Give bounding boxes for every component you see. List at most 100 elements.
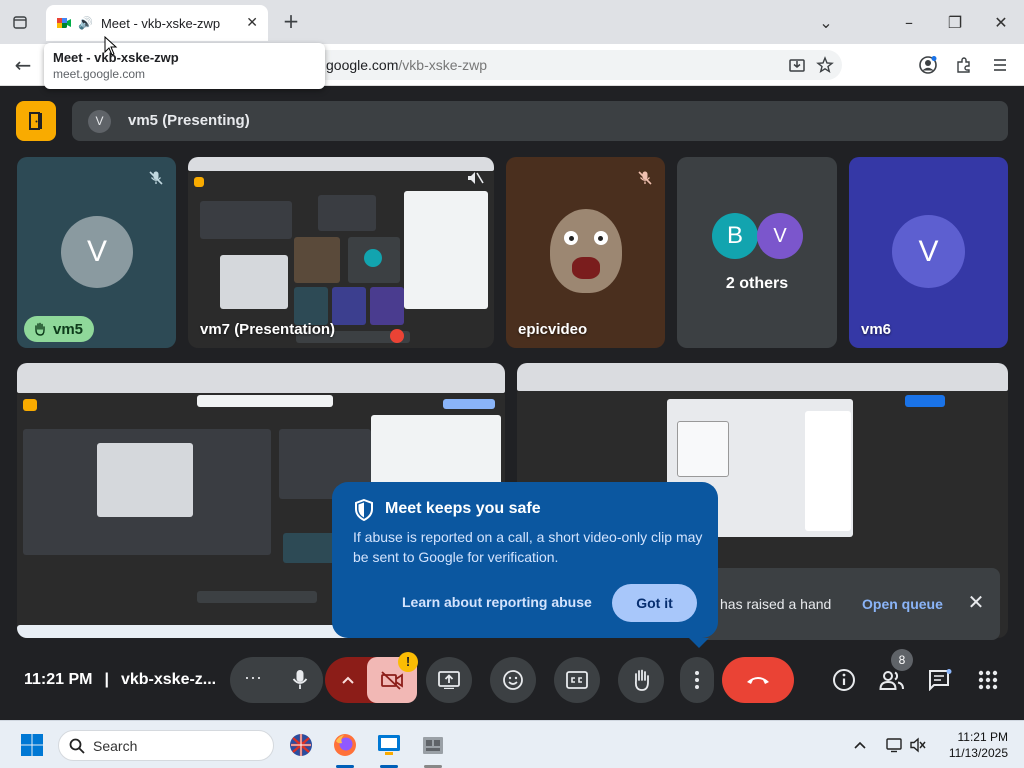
dialog-title: Meet keeps you safe	[385, 500, 541, 517]
search-placeholder: Search	[93, 738, 138, 754]
exit-presentation-button[interactable]	[16, 101, 56, 141]
present-screen-button[interactable]	[426, 657, 472, 703]
extensions-icon[interactable]	[953, 54, 975, 76]
raise-hand-button[interactable]	[618, 657, 664, 703]
emoji-icon	[503, 670, 523, 690]
show-hidden-icons-chevron-icon[interactable]	[848, 731, 872, 759]
shared-screen-chrome	[17, 363, 505, 393]
participant-name: epicvideo	[518, 321, 588, 338]
apps-grid-icon	[978, 670, 998, 690]
reactions-button[interactable]	[490, 657, 536, 703]
presenting-label: vm5 (Presenting)	[128, 112, 250, 129]
meet-controls-bar: 11:21 PM | vkb-xske-z... ··· ! 8	[0, 640, 1024, 720]
captions-button[interactable]	[554, 657, 600, 703]
participant-name: vm5	[53, 320, 84, 338]
close-tab-icon[interactable]: ✕	[246, 15, 258, 31]
meeting-code: vkb-xske-z...	[120, 671, 217, 688]
raised-hand-icon	[35, 322, 45, 336]
people-icon	[879, 671, 904, 690]
audio-options-icon[interactable]: ···	[240, 667, 266, 693]
presentation-muted-icon	[464, 167, 486, 189]
taskbar-search-input[interactable]: Search	[58, 730, 274, 761]
profile-icon[interactable]	[917, 54, 939, 76]
presenting-banner: V vm5 (Presenting)	[72, 101, 1008, 141]
meet-favicon-icon	[57, 18, 71, 28]
open-queue-link[interactable]: Open queue	[862, 596, 943, 612]
shared-screen-chrome	[188, 157, 494, 171]
captions-icon	[566, 671, 588, 689]
chat-button[interactable]	[925, 665, 955, 695]
people-button[interactable]	[877, 665, 907, 695]
address-bar[interactable]: google.com/vkb-xske-zwp	[300, 50, 842, 80]
talking-tom-video	[550, 209, 622, 293]
got-it-button[interactable]: Got it	[612, 584, 697, 622]
camera-warning-badge: !	[398, 652, 418, 672]
door-exit-icon	[29, 112, 42, 130]
leave-call-button[interactable]	[722, 657, 794, 703]
participant-tile-epicvideo[interactable]: epicvideo	[506, 157, 665, 348]
others-count-label: 2 others	[725, 275, 789, 292]
taskbar-app-globe-icon[interactable]	[287, 731, 315, 759]
meeting-details-button[interactable]	[829, 665, 859, 695]
new-tab-button[interactable]: +	[280, 10, 302, 32]
system-time: 11:21 PM	[957, 730, 1008, 744]
presenter-avatar: V	[88, 110, 111, 133]
close-toast-icon[interactable]: ✕	[966, 592, 986, 612]
mouse-cursor-icon	[104, 36, 118, 56]
raise-hand-icon	[634, 669, 649, 691]
avatar: V	[61, 216, 133, 288]
system-clock[interactable]: 11:21 PM 11/13/2025	[928, 729, 1008, 761]
tab-title: Meet - vkb-xske-zwp	[100, 15, 221, 31]
hand-raised-text: has raised a hand	[720, 596, 832, 612]
separator: |	[104, 671, 109, 688]
hang-up-icon	[747, 677, 769, 684]
present-screen-icon	[438, 671, 460, 689]
system-date: 11/13/2025	[948, 746, 1008, 760]
volume-muted-icon[interactable]	[906, 731, 930, 759]
browser-tabstrip: 🔊 Meet - vkb-xske-zwp ✕ + ⌄ – ❐ ✕	[0, 0, 1024, 44]
bookmark-star-icon[interactable]	[816, 56, 834, 74]
close-window-button[interactable]: ✕	[987, 8, 1015, 36]
dialog-body: If abuse is reported on a call, a short …	[353, 529, 703, 565]
more-options-button[interactable]	[680, 657, 714, 703]
participant-tile-vm6[interactable]: V vm6	[849, 157, 1008, 348]
mic-muted-icon	[634, 167, 656, 189]
learn-reporting-abuse-link[interactable]: Learn about reporting abuse	[402, 594, 592, 610]
shield-icon	[355, 499, 373, 521]
avatar: V	[892, 215, 965, 288]
taskbar-app-remote-desktop-icon[interactable]	[375, 731, 403, 759]
participant-tile-vm7-presentation[interactable]: vm7 (Presentation)	[188, 157, 494, 348]
browser-menu-icon[interactable]	[989, 54, 1011, 76]
activities-button[interactable]	[973, 665, 1003, 695]
tab-search-icon[interactable]	[8, 10, 32, 34]
more-vert-icon	[695, 671, 699, 689]
maximize-button[interactable]: ❐	[941, 8, 969, 36]
minimize-button[interactable]: –	[895, 8, 923, 36]
participant-tile-vm5[interactable]: V vm5	[17, 157, 176, 348]
participant-name: vm6	[861, 321, 892, 338]
install-app-icon[interactable]	[788, 56, 806, 74]
network-icon[interactable]	[882, 731, 906, 759]
chat-icon	[929, 669, 952, 691]
info-icon	[833, 669, 855, 691]
meet-keeps-you-safe-dialog: Meet keeps you safe If abuse is reported…	[332, 482, 718, 648]
back-button[interactable]: ←	[10, 53, 36, 77]
tab-hover-tooltip: Meet - vkb-xske-zwp meet.google.com	[44, 43, 325, 89]
shared-screen-chrome	[517, 363, 1008, 391]
tab-meet[interactable]: 🔊 Meet - vkb-xske-zwp ✕	[46, 5, 268, 41]
tab-list-chevron-icon[interactable]: ⌄	[812, 8, 840, 36]
tooltip-url: meet.google.com	[53, 67, 146, 81]
microphone-button[interactable]	[277, 657, 323, 703]
raised-hand-badge: vm5	[24, 316, 94, 342]
taskbar-app-firefox-icon[interactable]	[331, 731, 359, 759]
windows-taskbar: Search 11:21 PM 11/13/2025	[0, 720, 1024, 768]
windows-start-icon[interactable]	[20, 733, 44, 757]
meeting-clock: 11:21 PM | vkb-xske-z...	[24, 671, 216, 689]
participant-tile-others[interactable]: B V 2 others	[677, 157, 837, 348]
avatar: V	[757, 213, 803, 259]
speaker-icon[interactable]: 🔊	[78, 16, 93, 30]
camera-options-chevron-icon[interactable]	[335, 667, 361, 693]
taskbar-app-vm-icon[interactable]	[419, 731, 447, 759]
meet-stage: V vm5 (Presenting) V vm5 vm7 (Presentati…	[0, 86, 1024, 720]
hand-raised-toast: has raised a hand Open queue ✕	[700, 568, 1000, 640]
